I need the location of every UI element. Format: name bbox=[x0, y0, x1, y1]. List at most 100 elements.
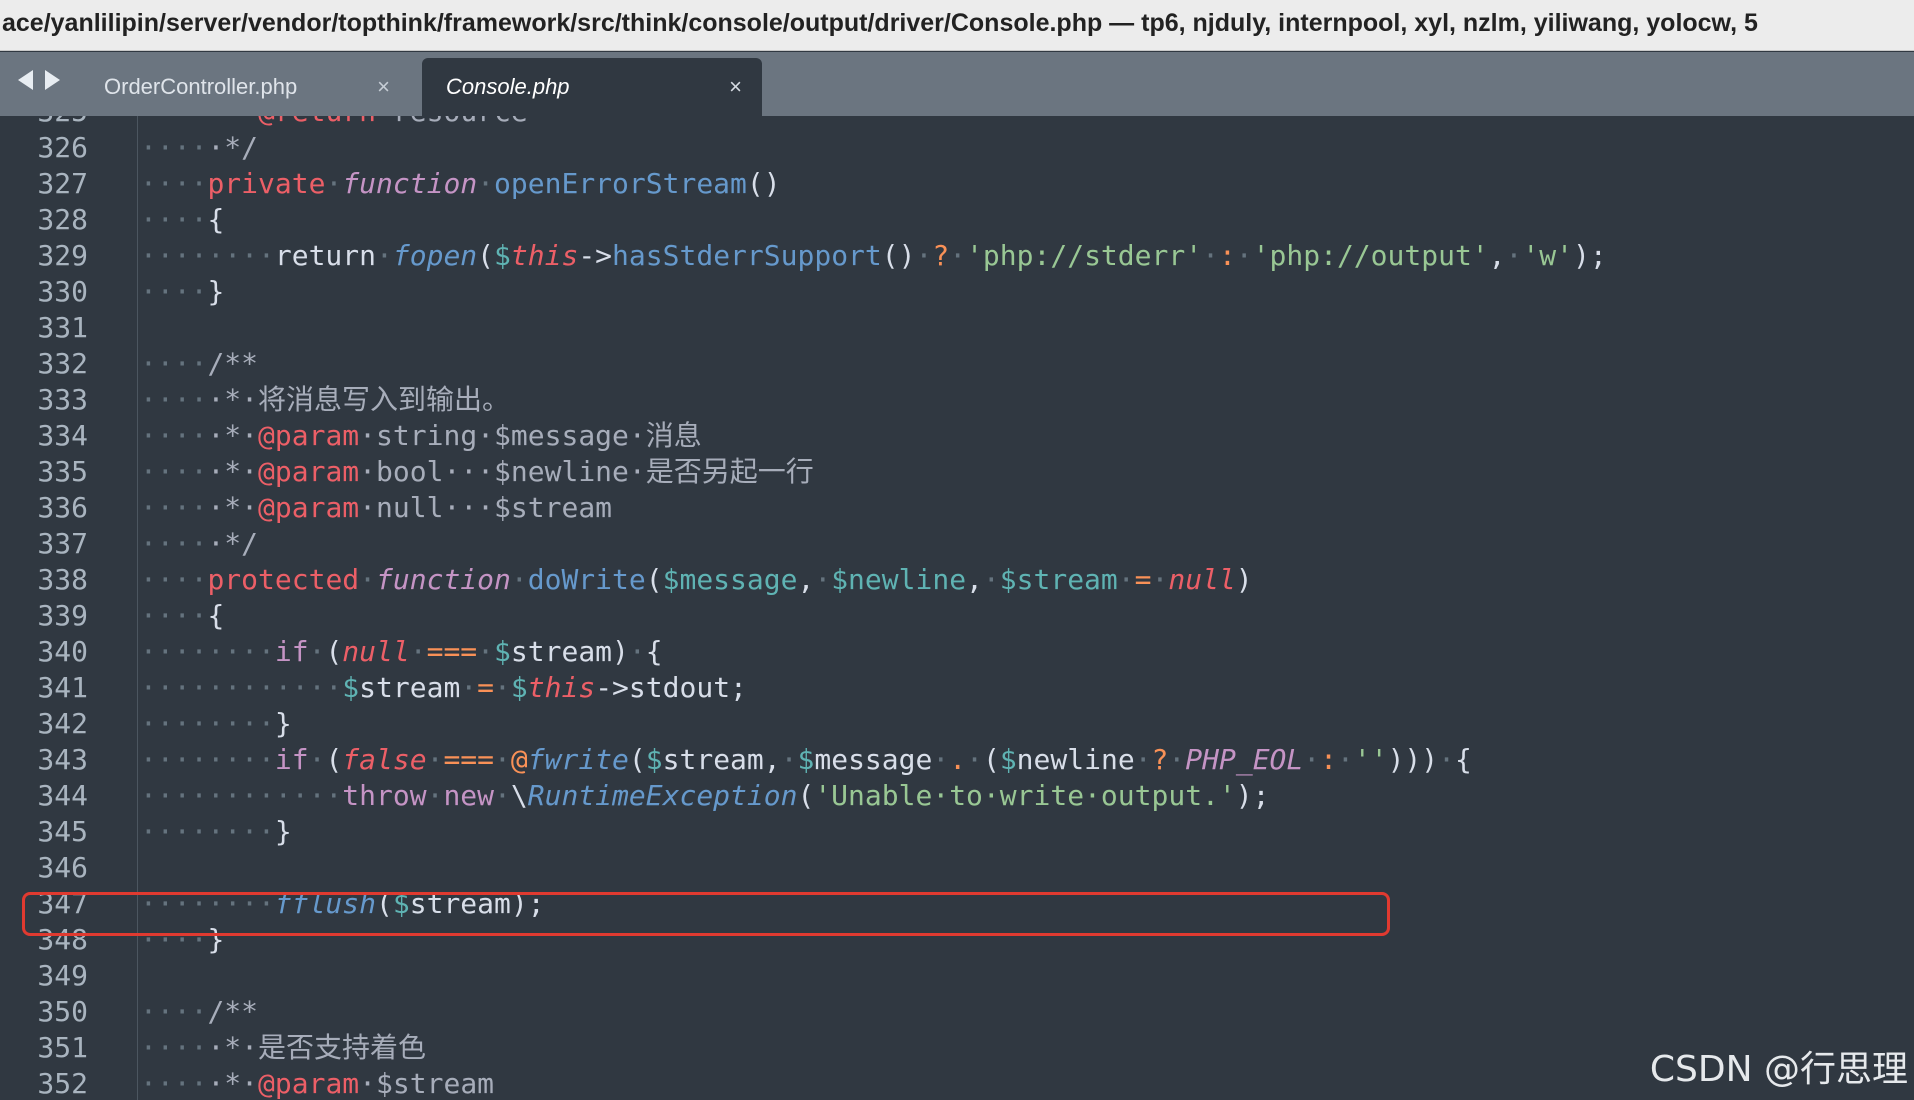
token: · bbox=[494, 671, 511, 704]
line-number: 334 bbox=[37, 419, 88, 452]
line-number: 342 bbox=[37, 707, 88, 740]
token: function bbox=[376, 563, 511, 596]
code-line[interactable]: 340 ········if·(null·===·$stream)·{ bbox=[0, 634, 1914, 670]
line-number: 330 bbox=[37, 275, 88, 308]
code-line[interactable]: 346 bbox=[0, 850, 1914, 886]
token: · bbox=[949, 239, 967, 272]
token: ·null···$stream bbox=[359, 491, 613, 524]
code-line[interactable]: 329 ········return·fopen($this->hasStderr… bbox=[0, 238, 1914, 274]
token: · bbox=[409, 635, 427, 668]
tab-console[interactable]: Console.php × bbox=[422, 58, 762, 116]
token: ···· bbox=[140, 455, 208, 488]
tab-bar: OrderController.php × Console.php × bbox=[0, 52, 1914, 116]
token: ············ bbox=[140, 779, 343, 812]
code-line[interactable]: 350 ····/** bbox=[0, 994, 1914, 1030]
code-line[interactable]: 352 ·····*·@param·$stream bbox=[0, 1066, 1914, 1100]
token: ···· bbox=[140, 116, 207, 128]
chevron-right-icon[interactable] bbox=[45, 70, 60, 90]
tab-order-controller[interactable]: OrderController.php × bbox=[80, 58, 410, 116]
token: · bbox=[308, 635, 326, 668]
line-number: 339 bbox=[37, 599, 88, 632]
token: 'php://output' bbox=[1252, 239, 1489, 272]
indent-guide bbox=[137, 274, 138, 310]
code-line[interactable]: 344 ············throw·new·\RuntimeExcepti… bbox=[0, 778, 1914, 814]
token: ·*· bbox=[207, 419, 259, 452]
code-line[interactable]: 339 ····{ bbox=[0, 598, 1914, 634]
token: throw bbox=[342, 779, 427, 812]
line-number: 341 bbox=[37, 671, 88, 704]
code-line[interactable]: 328 ····{ bbox=[0, 202, 1914, 238]
line-number: 332 bbox=[37, 347, 88, 380]
code-editor[interactable]: 325·····*·@return·resource326·····*/327 ·… bbox=[0, 116, 1914, 1100]
token: ···· bbox=[140, 563, 208, 596]
code-line[interactable]: 342 ········} bbox=[0, 706, 1914, 742]
code-line[interactable]: 334 ·····*·@param·string·$message·消息 bbox=[0, 418, 1914, 454]
line-number: 329 bbox=[37, 239, 88, 272]
token: · bbox=[780, 743, 798, 776]
token: @ bbox=[510, 743, 528, 776]
token: if bbox=[274, 743, 309, 776]
code-line[interactable]: 325 ·····*·@return·resource bbox=[0, 116, 1914, 130]
token: ···· bbox=[140, 527, 208, 560]
line-number: 327 bbox=[37, 167, 88, 200]
token: , bbox=[966, 563, 983, 596]
close-icon[interactable]: × bbox=[729, 58, 742, 116]
token: ( bbox=[628, 743, 646, 776]
token: · bbox=[426, 743, 444, 776]
token: ············ bbox=[140, 671, 343, 704]
code-line[interactable]: 335 ·····*·@param·bool···$newline·是否另起一行 bbox=[0, 454, 1914, 490]
token: '' bbox=[1353, 743, 1388, 776]
code-line[interactable]: 327 ····private·function·openErrorStream(… bbox=[0, 166, 1914, 202]
token: · bbox=[966, 743, 983, 776]
line-number: 331 bbox=[37, 311, 88, 344]
code-line[interactable]: 343 ········if·(false·===·@fwrite($stream… bbox=[0, 742, 1914, 778]
token: === bbox=[426, 635, 478, 668]
code-line[interactable]: 331 bbox=[0, 310, 1914, 346]
token: · bbox=[426, 779, 444, 812]
token: () bbox=[746, 167, 781, 200]
code-line[interactable]: 333 ·····*·将消息写入到输出。 bbox=[0, 382, 1914, 418]
line-source: ·····*·@param·$stream bbox=[140, 1066, 494, 1100]
code-line[interactable]: 345 ········} bbox=[0, 814, 1914, 850]
indent-guide bbox=[137, 994, 138, 1030]
code-line[interactable]: 351 ·····*·是否支持着色 bbox=[0, 1030, 1914, 1066]
line-source: ·····*·@param·null···$stream bbox=[140, 490, 612, 526]
line-source: ····/** bbox=[140, 994, 258, 1030]
indent-guide bbox=[137, 490, 138, 526]
close-icon[interactable]: × bbox=[377, 58, 390, 116]
token: ···· bbox=[140, 599, 208, 632]
token: ···· bbox=[140, 1031, 208, 1064]
indent-guide bbox=[137, 1030, 138, 1066]
line-number: 343 bbox=[37, 743, 88, 776]
token: ->stdout; bbox=[595, 671, 747, 704]
line-number: 335 bbox=[37, 455, 88, 488]
code-line[interactable]: 326 ·····*/ bbox=[0, 130, 1914, 166]
token: this bbox=[510, 239, 579, 272]
watermark: CSDN @行思理 bbox=[1649, 1049, 1908, 1090]
token: function bbox=[342, 167, 478, 200]
token: hasStderrSupport bbox=[612, 239, 882, 272]
code-line[interactable]: 337 ·····*/ bbox=[0, 526, 1914, 562]
token: /** bbox=[207, 347, 259, 380]
token: . bbox=[949, 743, 967, 776]
line-number: 326 bbox=[37, 131, 88, 164]
line-source: ····{ bbox=[140, 202, 224, 238]
token: ? bbox=[1151, 743, 1169, 776]
token: @param bbox=[258, 419, 360, 452]
line-number: 351 bbox=[37, 1031, 88, 1064]
code-line[interactable]: 349 bbox=[0, 958, 1914, 994]
token: } bbox=[274, 815, 292, 848]
chevron-left-icon[interactable] bbox=[18, 70, 33, 90]
code-line[interactable]: 336 ·····*·@param·null···$stream bbox=[0, 490, 1914, 526]
token: 'w' bbox=[1522, 239, 1573, 272]
token: @param bbox=[258, 1067, 360, 1100]
code-line[interactable]: 341 ············$stream·=·$this->stdout; bbox=[0, 670, 1914, 706]
token: stream, bbox=[662, 743, 781, 776]
line-number: 336 bbox=[37, 491, 88, 524]
line-number: 346 bbox=[37, 851, 88, 884]
token: · bbox=[477, 167, 495, 200]
code-line[interactable]: 338 ····protected·function·doWrite($messa… bbox=[0, 562, 1914, 598]
code-line[interactable]: 330 ····} bbox=[0, 274, 1914, 310]
indent-guide bbox=[137, 562, 138, 598]
code-line[interactable]: 332 ····/** bbox=[0, 346, 1914, 382]
